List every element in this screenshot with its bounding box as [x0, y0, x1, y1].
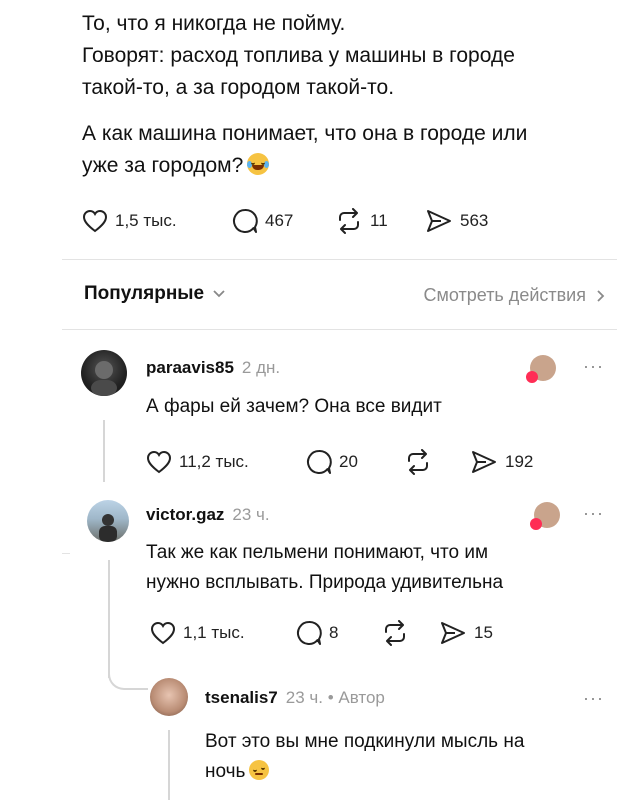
timestamp: 23 ч. • Автор: [285, 688, 385, 707]
timestamp: 2 дн.: [241, 358, 281, 377]
thread-line: [108, 560, 110, 678]
comment-header: paraavis85 2 дн.: [146, 358, 280, 378]
avatar[interactable]: [87, 500, 129, 542]
repost-icon: [408, 449, 428, 475]
view-activity-label: Смотреть действия: [423, 285, 586, 305]
post-line: Говорят: расход топлива у машины в город…: [82, 44, 515, 67]
heart-icon: [526, 371, 538, 383]
comment-line: ночь: [205, 757, 524, 787]
thinking-emoji-icon: [249, 760, 270, 780]
thread-connector: [108, 662, 148, 690]
share-count: 563: [460, 211, 489, 230]
heart-icon: [146, 450, 172, 474]
like-count: 1,5 тыс.: [115, 211, 177, 230]
more-options-icon[interactable]: ···: [583, 356, 604, 377]
comment-header: victor.gaz 23 ч.: [146, 505, 270, 525]
comment-line: Так же как пельмени понимают, что им: [146, 542, 489, 563]
reply-count: 20: [339, 452, 358, 471]
heart-icon: [150, 621, 176, 645]
comment-header: tsenalis7 23 ч. • Автор: [205, 688, 385, 708]
username[interactable]: victor.gaz: [146, 505, 224, 525]
chevron-down-icon: [213, 290, 225, 298]
view-activity-link[interactable]: Смотреть действия: [424, 285, 605, 306]
share-button[interactable]: 192: [470, 449, 533, 475]
thread-line: [168, 730, 170, 800]
like-count: 11,2 тыс.: [179, 452, 249, 471]
share-count: 192: [505, 452, 534, 471]
share-button[interactable]: 563: [425, 208, 488, 234]
sort-label: Популярные: [84, 283, 205, 304]
reply-count: 8: [329, 623, 339, 642]
like-count: 1,1 тыс.: [183, 623, 245, 642]
post-line: такой-то, а за городом такой-то.: [82, 76, 395, 99]
send-icon: [427, 210, 451, 232]
post-line: уже за городом?: [82, 150, 612, 182]
post-body: То, что я никогда не пойму. Говорят: рас…: [82, 8, 612, 182]
repost-button[interactable]: 11: [335, 208, 425, 234]
share-button[interactable]: 15: [439, 620, 493, 646]
laughing-tears-emoji-icon: [247, 153, 270, 175]
like-button[interactable]: 1,5 тыс.: [82, 209, 232, 233]
post-line: То, что я никогда не пойму.: [82, 12, 346, 35]
divider: [62, 553, 70, 554]
sort-dropdown[interactable]: Популярные: [84, 283, 226, 305]
heart-icon: [530, 518, 542, 530]
comment-count: 467: [265, 211, 294, 230]
author-liked-badge: [530, 502, 560, 530]
comment-icon: [233, 208, 258, 233]
like-button[interactable]: 1,1 тыс.: [150, 621, 296, 645]
divider: [62, 259, 617, 260]
comment-text: А фары ей зачем? Она все видит: [146, 396, 442, 417]
more-options-icon[interactable]: ···: [583, 503, 604, 524]
avatar[interactable]: [81, 350, 127, 396]
share-count: 15: [474, 623, 493, 642]
avatar-photo: [99, 514, 117, 542]
repost-icon: [339, 208, 359, 234]
comment-line: Вот это вы мне подкинули мысль на: [205, 731, 525, 752]
comment-line: нужно всплывать. Природа удивительна: [146, 572, 504, 593]
like-button[interactable]: 11,2 тыс.: [146, 450, 306, 474]
heart-icon: [82, 209, 108, 233]
post-line: А как машина понимает, что она в городе …: [82, 122, 528, 145]
reply-button[interactable]: 8: [296, 620, 381, 646]
comment-icon: [297, 620, 322, 645]
comment-actions: 11,2 тыс. 20 192: [146, 449, 533, 475]
username[interactable]: paraavis85: [146, 358, 234, 378]
more-options-icon[interactable]: ···: [583, 688, 604, 709]
repost-icon: [385, 620, 405, 646]
comment-text: Так же как пельмени понимают, что им нуж…: [146, 538, 503, 598]
repost-button[interactable]: [404, 449, 470, 475]
divider: [62, 329, 617, 330]
comment-icon: [307, 449, 332, 474]
chevron-right-icon: [597, 289, 605, 302]
author-liked-badge: [526, 355, 556, 383]
comment-text: Вот это вы мне подкинули мысль на ночь: [205, 727, 524, 787]
send-icon: [441, 622, 465, 644]
post-actions: 1,5 тыс. 467 11 563: [82, 208, 488, 234]
avatar-photo: [91, 361, 117, 396]
avatar[interactable]: [150, 678, 188, 716]
repost-button[interactable]: [381, 620, 439, 646]
comment-actions: 1,1 тыс. 8 15: [150, 620, 493, 646]
repost-count: 11: [370, 211, 388, 230]
username[interactable]: tsenalis7: [205, 688, 278, 708]
send-icon: [472, 451, 496, 473]
comment-button[interactable]: 467: [232, 208, 335, 234]
thread-line: [103, 420, 105, 482]
timestamp: 23 ч.: [232, 505, 270, 524]
reply-button[interactable]: 20: [306, 449, 404, 475]
